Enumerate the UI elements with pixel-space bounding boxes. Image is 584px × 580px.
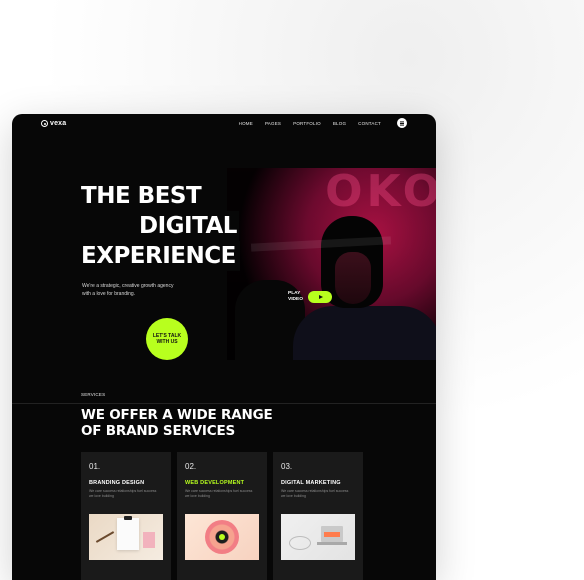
pink-card-shape (143, 532, 155, 548)
card-number: 03. (281, 462, 293, 471)
menu-item-home[interactable]: HOME (239, 121, 253, 126)
card-description: We care success relationships fuel succe… (185, 489, 253, 498)
laptop-base-shape (317, 542, 347, 545)
pen-shape (95, 531, 115, 543)
lets-talk-button[interactable]: LET'S TALK WITH US (146, 318, 188, 360)
services-title-line-1: WE OFFER A WIDE RANGE (81, 407, 273, 423)
menu-item-blog[interactable]: BLOG (333, 121, 346, 126)
service-card-branding[interactable]: 01. BRANDING DESIGN We care success rela… (81, 452, 171, 580)
menu-toggle-button[interactable] (397, 118, 407, 128)
headline-line-3: EXPERIENCE (81, 241, 240, 271)
card-title: BRANDING DESIGN (89, 480, 145, 486)
hamburger-icon (400, 122, 404, 124)
play-button[interactable] (308, 291, 332, 303)
card-description: We care success relationships fuel succe… (281, 489, 349, 498)
card-number: 01. (89, 462, 101, 471)
card-title: WEB DEVELOPMENT (185, 480, 245, 486)
play-video[interactable]: PLAY VIDEO (288, 291, 332, 303)
logo-text: vexa (50, 120, 67, 127)
service-cards: 01. BRANDING DESIGN We care success rela… (81, 452, 363, 580)
hero-face-shape (335, 252, 371, 304)
services-title: WE OFFER A WIDE RANGE OF BRAND SERVICES (81, 407, 273, 439)
menu-item-portfolio[interactable]: PORTFOLIO (293, 121, 321, 126)
cable-shape (289, 536, 311, 550)
play-video-label: PLAY VIDEO (288, 291, 303, 302)
services-title-line-2: OF BRAND SERVICES (81, 423, 235, 439)
card-number: 02. (185, 462, 197, 471)
service-card-web-development[interactable]: 02. WEB DEVELOPMENT We care success rela… (177, 452, 267, 580)
section-divider (12, 403, 436, 404)
hero-headline: THE BEST DIGITAL EXPERIENCE (81, 181, 240, 271)
headline-line-2: DIGITAL (139, 211, 239, 241)
clipboard-shape (117, 516, 139, 550)
green-arrow-icon (219, 534, 225, 540)
page-stage: vexa HOME PAGES PORTFOLIO BLOG CONTACT O… (0, 0, 584, 580)
menu-item-pages[interactable]: PAGES (265, 121, 281, 126)
card-image-branding (89, 514, 163, 560)
vexa-logo-icon (41, 120, 48, 127)
background-neon-letters: OKO (325, 168, 436, 217)
card-title: DIGITAL MARKETING (281, 480, 341, 486)
main-menu: HOME PAGES PORTFOLIO BLOG CONTACT (239, 121, 381, 126)
service-card-digital-marketing[interactable]: 03. DIGITAL MARKETING We care success re… (273, 452, 363, 580)
hero-description: We're a strategic, creative growth agenc… (82, 283, 174, 297)
logo[interactable]: vexa (41, 120, 66, 127)
play-icon (318, 295, 323, 299)
headline-line-1: THE BEST (81, 183, 202, 209)
card-description: We care success relationships fuel succe… (89, 489, 157, 498)
services-label: SERVICES (81, 392, 106, 397)
website-mockup: vexa HOME PAGES PORTFOLIO BLOG CONTACT O… (12, 114, 436, 580)
lets-talk-label: LET'S TALK WITH US (152, 333, 182, 345)
menu-item-contact[interactable]: CONTACT (358, 121, 381, 126)
card-image-digital-marketing (281, 514, 355, 560)
card-image-web-development (185, 514, 259, 560)
top-navigation: vexa HOME PAGES PORTFOLIO BLOG CONTACT (12, 114, 436, 132)
hero-shirt-shape (293, 306, 436, 360)
hero-image: OKO (227, 168, 436, 360)
laptop-icon (321, 526, 343, 542)
